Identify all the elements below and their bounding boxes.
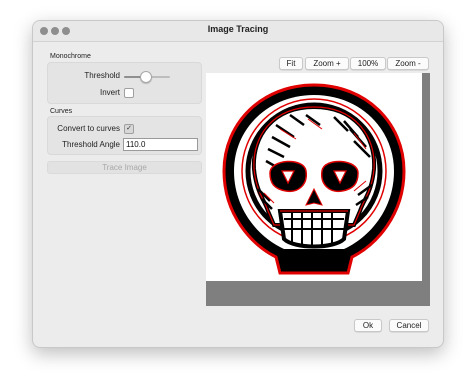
invert-label: Invert — [99, 88, 120, 97]
threshold-angle-label: Threshold Angle — [62, 140, 120, 149]
window-title: Image Tracing — [207, 24, 269, 34]
threshold-angle-input[interactable]: 110.0 — [123, 138, 198, 151]
vertical-scrollbar[interactable] — [422, 73, 430, 281]
skull-trace-image — [222, 83, 406, 275]
fit-button[interactable]: Fit — [279, 57, 303, 70]
monochrome-group: Threshold Invert — [47, 62, 202, 104]
curves-section-label: Curves — [50, 108, 73, 115]
convert-to-curves-checkbox[interactable]: ✓ — [124, 124, 134, 134]
image-tracing-dialog: Image Tracing Monochrome Threshold Inver… — [32, 20, 444, 348]
zoom-out-button[interactable]: Zoom - — [387, 57, 429, 70]
monochrome-section-label: Monochrome — [50, 53, 91, 60]
threshold-label: Threshold — [84, 71, 120, 80]
zoom-in-button[interactable]: Zoom + — [305, 57, 349, 70]
zoom-100-button[interactable]: 100% — [350, 57, 386, 70]
threshold-slider-knob[interactable] — [139, 71, 152, 83]
trace-image-button[interactable]: Trace Image — [47, 161, 202, 174]
cancel-button[interactable]: Cancel — [389, 319, 429, 332]
curves-group: Convert to curves ✓ Threshold Angle 110.… — [47, 116, 202, 155]
ok-button[interactable]: Ok — [354, 319, 382, 332]
convert-to-curves-label: Convert to curves — [57, 124, 120, 133]
trace-preview-canvas[interactable] — [206, 73, 430, 306]
title-bar: Image Tracing — [33, 21, 443, 42]
horizontal-scrollbar[interactable] — [206, 281, 430, 306]
invert-checkbox[interactable] — [124, 88, 134, 98]
